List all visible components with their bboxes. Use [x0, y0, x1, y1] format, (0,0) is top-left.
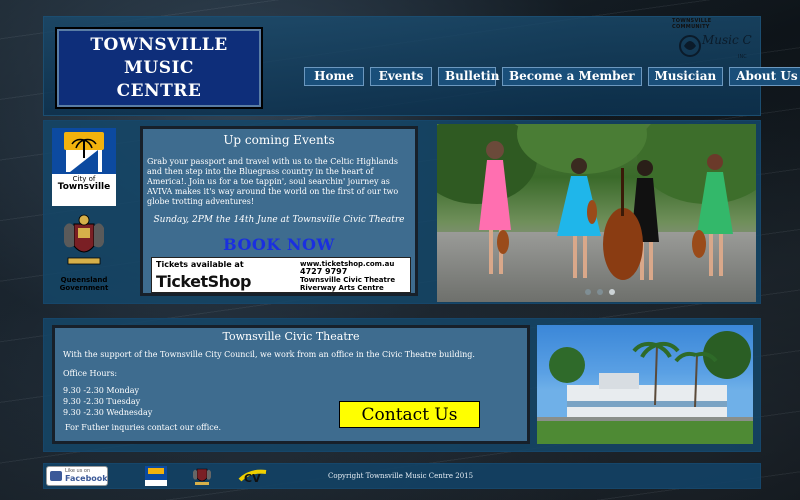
tickets-available-text: Tickets available at	[156, 260, 244, 269]
nav-home[interactable]: Home	[304, 67, 364, 86]
musicians-figures	[479, 141, 733, 280]
ticketshop-brand: TicketShop	[156, 272, 251, 291]
qld-logo-line1: Queensland	[60, 276, 108, 284]
site-name-line2: CENTRE	[116, 80, 202, 101]
nav-events[interactable]: Events	[370, 67, 432, 86]
quartet-photo-slider[interactable]	[437, 124, 756, 302]
queensland-mini-crest[interactable]	[192, 466, 212, 486]
facebook-icon	[50, 471, 62, 481]
facebook-label: Facebook	[65, 474, 108, 483]
hours-tuesday: 9.30 -2.30 Tuesday	[63, 397, 141, 406]
theatre-building-image	[537, 331, 753, 444]
cv-mini-logo[interactable]: CV	[238, 466, 268, 486]
events-description: Grab your passport and travel with us to…	[147, 157, 399, 206]
city-of-townsville-logo[interactable]: City of Townsville	[52, 128, 116, 206]
theatre-intro: With the support of the Townsville City …	[63, 350, 475, 359]
svg-text:CV: CV	[244, 472, 261, 485]
office-hours-label: Office Hours:	[63, 369, 118, 378]
book-now-link[interactable]: BOOK NOW	[143, 235, 415, 254]
slider-dot-1[interactable]	[585, 289, 591, 295]
nav-musician[interactable]: Musician	[647, 67, 724, 86]
venue-riverway: Riverway Arts Centre	[300, 284, 384, 292]
venue-civic-theatre: Townsville Civic Theatre	[300, 276, 396, 284]
community-music-centre-logo: TOWNSVILLE COMMUNITY Music Centre INC	[672, 18, 756, 62]
palm-tree-icon	[66, 138, 102, 172]
slider-dots	[585, 289, 615, 295]
civic-theatre-photo	[537, 325, 753, 444]
nav-about-us[interactable]: About Us	[729, 67, 800, 86]
city-of-townsville-mini-logo[interactable]	[145, 466, 167, 486]
ticketshop-banner[interactable]: Tickets available at TicketShop www.tick…	[151, 257, 411, 293]
nav-become-member[interactable]: Become a Member	[502, 67, 642, 86]
theatre-title: Townsville Civic Theatre	[222, 330, 360, 343]
site-logo[interactable]: TOWNSVILLE MUSIC CENTRE	[55, 27, 263, 109]
slider-dot-3[interactable]	[609, 289, 615, 295]
events-title: Up coming Events	[223, 133, 335, 147]
facebook-like-button[interactable]: Like us on Facebook	[46, 466, 108, 486]
copyright-text: Copyright Townsville Music Centre 2015	[328, 472, 474, 480]
contact-us-button[interactable]: Contact Us	[339, 401, 480, 428]
sponsor-logos: City of Townsville Queensland Government	[50, 126, 120, 298]
city-logo-line2: Townsville	[57, 182, 111, 192]
main-nav: Home Events Bulletin Become a Member Mus…	[304, 67, 800, 86]
qld-logo-line2: Government	[59, 284, 109, 292]
queensland-government-logo[interactable]: Queensland Government	[52, 210, 116, 296]
coat-of-arms-icon	[64, 214, 104, 265]
upcoming-events-panel: Up coming Events Grab your passport and …	[140, 126, 418, 296]
ticketshop-phone: 4727 9797	[300, 267, 348, 276]
brand-suffix: INC	[738, 54, 747, 60]
nav-bulletin[interactable]: Bulletin	[438, 67, 499, 86]
hours-wednesday: 9.30 -2.30 Wednesday	[63, 408, 153, 417]
slider-dot-2[interactable]	[597, 289, 603, 295]
brand-script-text: Music Centre	[701, 33, 752, 47]
inquiries-text: For Futher inquries contact our office.	[65, 423, 222, 432]
site-name-line1: TOWNSVILLE MUSIC	[90, 34, 228, 78]
music-centre-script-icon: Music Centre INC	[679, 33, 752, 60]
hours-monday: 9.30 -2.30 Monday	[63, 386, 139, 395]
event-date: Sunday, 2PM the 14th June at Townsville …	[153, 215, 405, 225]
